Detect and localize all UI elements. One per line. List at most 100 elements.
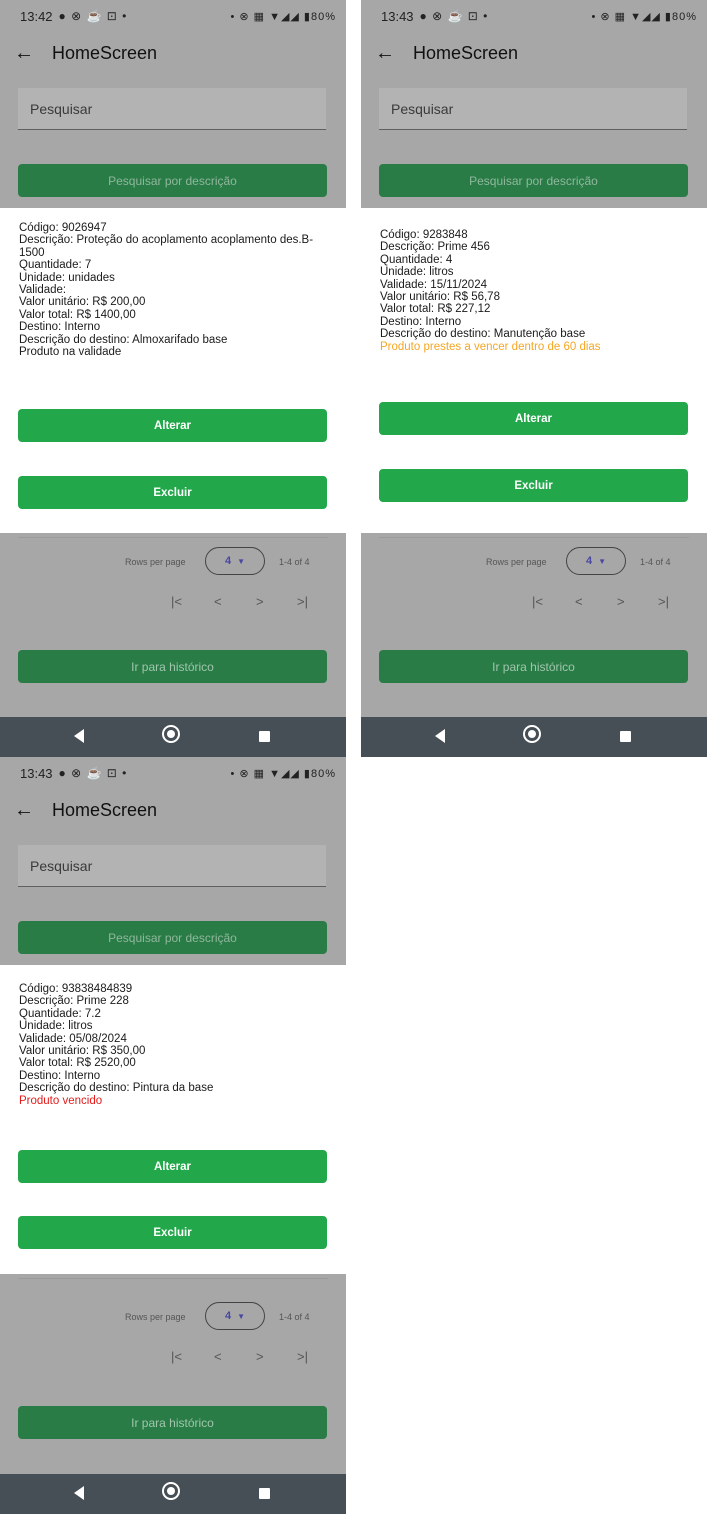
app-bar: ← HomeScreen [0, 32, 346, 74]
page-range-label: 1-4 of 4 [279, 1312, 310, 1322]
product-description: Descrição: Prime 456 [380, 241, 490, 254]
previous-page-icon[interactable]: < [575, 594, 583, 609]
square-recent-icon[interactable] [620, 731, 631, 742]
system-status-icons: • ⊗ ▦ ▼◢◢ ▮80% [230, 767, 336, 780]
square-recent-icon[interactable] [259, 1488, 270, 1499]
search-by-description-button[interactable]: Pesquisar por descrição [18, 164, 327, 197]
arrow-left-icon[interactable]: ← [373, 42, 397, 65]
circle-home-icon[interactable] [523, 725, 541, 743]
search-input[interactable] [379, 88, 687, 130]
previous-page-icon[interactable]: < [214, 1349, 222, 1364]
product-description: Descrição: Proteção do acoplamento acopl… [19, 234, 314, 259]
triangle-back-icon[interactable] [74, 1486, 84, 1500]
last-page-icon[interactable]: >| [297, 594, 308, 609]
search-input[interactable] [18, 845, 326, 887]
status-bar: 13:43 ● ⊗ ☕ ⊡ • • ⊗ ▦ ▼◢◢ ▮80% [361, 0, 707, 32]
system-nav-bar [361, 717, 707, 757]
product-validity-status: Produto vencido [19, 1094, 103, 1107]
previous-page-icon[interactable]: < [214, 594, 222, 609]
first-page-icon[interactable]: |< [171, 1349, 182, 1364]
alter-button[interactable]: Alterar [379, 402, 688, 435]
product-total-value: Valor total: R$ 1400,00 [19, 308, 136, 321]
circle-home-icon[interactable] [162, 1482, 180, 1500]
rows-per-page-value: 4 [224, 1310, 232, 1322]
rows-per-page-value: 4 [224, 555, 232, 567]
next-page-icon[interactable]: > [256, 594, 264, 609]
product-details: Código: 93838484839 Descrição: Prime 228… [19, 983, 319, 1107]
divider [18, 1278, 328, 1279]
first-page-icon[interactable]: |< [171, 594, 182, 609]
product-unit-value: Valor unitário: R$ 350,00 [19, 1045, 146, 1058]
alter-button[interactable]: Alterar [18, 409, 327, 442]
status-bar: 13:42 ● ⊗ ☕ ⊡ • • ⊗ ▦ ▼◢◢ ▮80% [0, 0, 346, 32]
product-unit: Unidade: unidades [19, 271, 115, 284]
product-destination: Destino: Interno [380, 315, 462, 328]
app-bar: ← HomeScreen [361, 32, 707, 74]
last-page-icon[interactable]: >| [297, 1349, 308, 1364]
product-destination-description: Descrição do destino: Manutenção base [380, 328, 586, 341]
product-validity-status: Produto na validade [19, 346, 122, 359]
status-time: 13:42 [20, 8, 53, 24]
rows-per-page-label: Rows per page [125, 1312, 186, 1322]
rows-per-page-label: Rows per page [486, 557, 547, 567]
product-destination-description: Descrição do destino: Almoxarifado base [19, 333, 228, 346]
rows-per-page-select[interactable]: 4 ▼ [566, 547, 626, 575]
product-total-value: Valor total: R$ 2520,00 [19, 1057, 136, 1070]
search-area: Pesquisar por descrição [0, 831, 346, 965]
status-bar: 13:43 ● ⊗ ☕ ⊡ • • ⊗ ▦ ▼◢◢ ▮80% [0, 757, 346, 789]
delete-button[interactable]: Excluir [18, 1216, 327, 1249]
product-unit: Unidade: litros [19, 1020, 93, 1033]
pagination-area: Rows per page 4 ▼ 1-4 of 4 |< < > >| Ir … [361, 533, 707, 717]
first-page-icon[interactable]: |< [532, 594, 543, 609]
alter-button[interactable]: Alterar [18, 1150, 327, 1183]
triangle-back-icon[interactable] [74, 729, 84, 743]
last-page-icon[interactable]: >| [658, 594, 669, 609]
app-bar: ← HomeScreen [0, 789, 346, 831]
rows-per-page-select[interactable]: 4 ▼ [205, 547, 265, 575]
search-by-description-button[interactable]: Pesquisar por descrição [379, 164, 688, 197]
square-recent-icon[interactable] [259, 731, 270, 742]
page-title: HomeScreen [413, 42, 519, 63]
search-by-description-button[interactable]: Pesquisar por descrição [18, 921, 327, 954]
page-title: HomeScreen [52, 42, 158, 63]
next-page-icon[interactable]: > [256, 1349, 264, 1364]
product-details: Código: 9026947 Descrição: Proteção do a… [19, 222, 319, 358]
notification-icons: ● ⊗ ☕ ⊡ • [419, 9, 489, 23]
phone-screen-1: 13:42 ● ⊗ ☕ ⊡ • • ⊗ ▦ ▼◢◢ ▮80% ← HomeScr… [0, 0, 346, 757]
history-button[interactable]: Ir para histórico [18, 1406, 327, 1439]
product-description: Descrição: Prime 228 [19, 995, 129, 1008]
delete-button[interactable]: Excluir [18, 476, 327, 509]
page-range-label: 1-4 of 4 [279, 557, 310, 567]
product-quantity: Quantidade: 7.2 [19, 1007, 101, 1020]
search-input[interactable] [18, 88, 326, 130]
page-title: HomeScreen [52, 799, 158, 820]
rows-per-page-value: 4 [585, 555, 593, 567]
phone-screen-3: 13:43 ● ⊗ ☕ ⊡ • • ⊗ ▦ ▼◢◢ ▮80% ← HomeScr… [0, 757, 346, 1515]
arrow-left-icon[interactable]: ← [12, 799, 36, 822]
rows-per-page-label: Rows per page [125, 557, 186, 567]
product-validity: Validade: 05/08/2024 [19, 1032, 127, 1045]
pagination-area: Rows per page 4 ▼ 1-4 of 4 |< < > >| Ir … [0, 1274, 346, 1474]
search-area: Pesquisar por descrição [0, 74, 346, 208]
product-quantity: Quantidade: 4 [380, 253, 453, 266]
product-destination-description: Descrição do destino: Pintura da base [19, 1082, 214, 1095]
history-button[interactable]: Ir para histórico [18, 650, 327, 683]
delete-button[interactable]: Excluir [379, 469, 688, 502]
product-destination: Destino: Interno [19, 321, 101, 334]
product-code: Código: 9026947 [19, 222, 107, 234]
triangle-back-icon[interactable] [435, 729, 445, 743]
caret-down-icon: ▼ [237, 1311, 246, 1321]
product-validity: Validade: 15/11/2024 [380, 278, 487, 291]
notification-icons: ● ⊗ ☕ ⊡ • [58, 766, 128, 780]
next-page-icon[interactable]: > [617, 594, 625, 609]
circle-home-icon[interactable] [162, 725, 180, 743]
product-code: Código: 9283848 [380, 229, 468, 241]
caret-down-icon: ▼ [237, 556, 246, 566]
arrow-left-icon[interactable]: ← [12, 42, 36, 65]
history-button[interactable]: Ir para histórico [379, 650, 688, 683]
product-details: Código: 9283848 Descrição: Prime 456 Qua… [380, 229, 680, 353]
system-nav-bar [0, 1474, 346, 1514]
pagination-area: Rows per page 4 ▼ 1-4 of 4 |< < > >| Ir … [0, 533, 346, 717]
product-code: Código: 93838484839 [19, 983, 133, 995]
rows-per-page-select[interactable]: 4 ▼ [205, 1302, 265, 1330]
